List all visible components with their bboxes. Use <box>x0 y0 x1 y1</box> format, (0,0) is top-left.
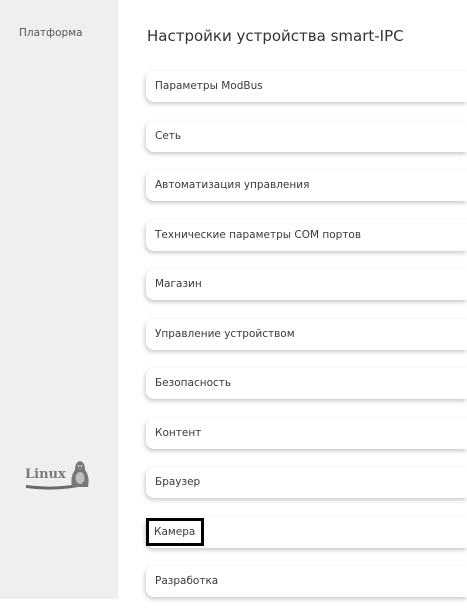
sidebar-title-platform[interactable]: Платформа <box>19 27 83 39</box>
sidebar: Платформа Linux <box>0 0 118 599</box>
linux-tux-logo-icon: Linux <box>25 461 89 490</box>
settings-menu: Параметры ModBus Сеть Автоматизация упра… <box>146 71 467 616</box>
page-title: Настройки устройства smart-IPC <box>147 27 404 45</box>
menu-item-com-ports[interactable]: Технические параметры COM портов <box>146 219 467 251</box>
menu-item-automation[interactable]: Автоматизация управления <box>146 170 467 201</box>
menu-item-browser[interactable]: Браузер <box>146 467 467 498</box>
menu-item-store[interactable]: Магазин <box>146 269 467 300</box>
settings-panel: Настройки устройства smart-IPC Параметры… <box>118 0 467 599</box>
menu-item-device-management[interactable]: Управление устройством <box>146 318 467 350</box>
menu-item-network[interactable]: Сеть <box>146 120 467 152</box>
menu-item-label: Контент <box>155 426 202 439</box>
menu-item-label: Магазин <box>155 278 202 290</box>
menu-item-modbus[interactable]: Параметры ModBus <box>146 71 467 102</box>
menu-item-label: Технические параметры COM портов <box>155 228 362 241</box>
menu-item-label-highlighted: Камера <box>146 517 205 546</box>
menu-item-label: Автоматизация управления <box>155 179 310 191</box>
menu-item-label: Сеть <box>155 129 182 142</box>
menu-item-label: Параметры ModBus <box>155 80 263 92</box>
menu-item-label: Браузер <box>155 476 201 488</box>
menu-item-label: Безопасность <box>155 377 232 389</box>
menu-item-label: Управление устройством <box>155 327 295 340</box>
menu-item-content[interactable]: Контент <box>146 417 467 449</box>
menu-item-camera[interactable]: Камера <box>146 516 467 548</box>
linux-logo-text: Linux <box>25 467 66 482</box>
menu-item-label: Разработка <box>155 575 219 587</box>
menu-item-security[interactable]: Безопасность <box>146 368 467 399</box>
menu-item-development[interactable]: Разработка <box>146 566 467 597</box>
